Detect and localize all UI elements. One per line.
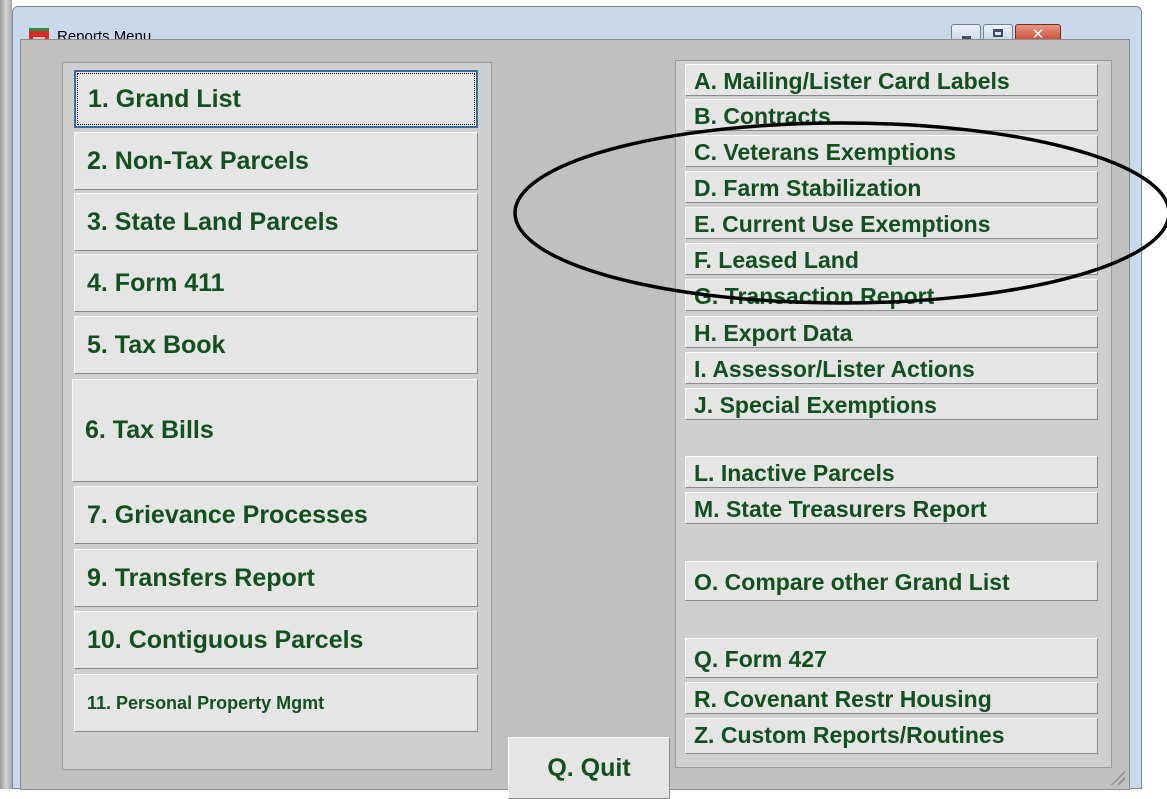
resize-grip-icon[interactable] xyxy=(1109,769,1125,785)
menu-button-inactive-parcels[interactable]: L. Inactive Parcels xyxy=(685,456,1098,488)
menu-button-assessor-lister-actions[interactable]: I. Assessor/Lister Actions xyxy=(685,352,1098,384)
menu-button-mailing-lister-card-labels[interactable]: A. Mailing/Lister Card Labels xyxy=(685,64,1098,96)
menu-button-state-treasurers-report[interactable]: M. State Treasurers Report xyxy=(685,492,1098,524)
menu-button-farm-stabilization[interactable]: D. Farm Stabilization xyxy=(685,171,1098,203)
menu-button-veterans-exemptions[interactable]: C. Veterans Exemptions xyxy=(685,135,1098,167)
reports-menu-window: Reports Menu ✕ 1. Grand List 2. Non-Tax … xyxy=(12,6,1142,799)
menu-button-custom-reports-routines[interactable]: Z. Custom Reports/Routines xyxy=(685,718,1098,754)
menu-button-contracts[interactable]: B. Contracts xyxy=(685,99,1098,131)
menu-button-tax-book[interactable]: 5. Tax Book xyxy=(74,316,478,374)
quit-button[interactable]: Q. Quit xyxy=(508,737,670,799)
desktop-background xyxy=(0,0,12,789)
menu-button-grand-list[interactable]: 1. Grand List xyxy=(74,70,478,128)
menu-button-non-tax-parcels[interactable]: 2. Non-Tax Parcels xyxy=(74,132,478,190)
menu-button-compare-other-grand-list[interactable]: O. Compare other Grand List xyxy=(685,561,1098,601)
menu-button-transaction-report[interactable]: G. Transaction Report xyxy=(685,279,1098,311)
menu-button-special-exemptions[interactable]: J. Special Exemptions xyxy=(685,388,1098,420)
menu-button-contiguous-parcels[interactable]: 10. Contiguous Parcels xyxy=(74,611,478,669)
menu-button-transfers-report[interactable]: 9. Transfers Report xyxy=(74,549,478,607)
menu-button-form-411[interactable]: 4. Form 411 xyxy=(74,254,478,312)
menu-button-export-data[interactable]: H. Export Data xyxy=(685,316,1098,348)
menu-button-current-use-exemptions[interactable]: E. Current Use Exemptions xyxy=(685,207,1098,239)
client-area: 1. Grand List 2. Non-Tax Parcels 3. Stat… xyxy=(20,39,1130,799)
menu-button-leased-land[interactable]: F. Leased Land xyxy=(685,243,1098,275)
menu-button-state-land-parcels[interactable]: 3. State Land Parcels xyxy=(74,193,478,251)
menu-button-grievance-processes[interactable]: 7. Grievance Processes xyxy=(74,486,478,544)
menu-button-tax-bills[interactable]: 6. Tax Bills xyxy=(72,379,478,482)
menu-button-covenant-restr-housing[interactable]: R. Covenant Restr Housing xyxy=(685,682,1098,714)
menu-button-form-427[interactable]: Q. Form 427 xyxy=(685,638,1098,678)
menu-button-personal-property-mgmt[interactable]: 11. Personal Property Mgmt xyxy=(74,674,478,732)
